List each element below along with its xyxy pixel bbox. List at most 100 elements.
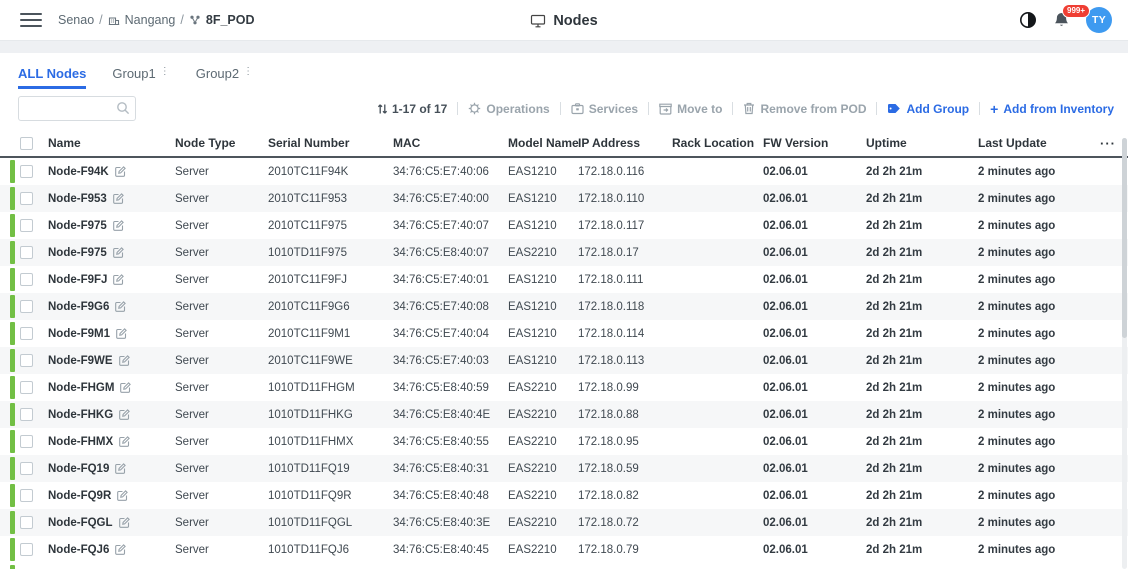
- uptime-cell: 2d 2h 21m: [866, 300, 923, 313]
- row-checkbox[interactable]: [20, 462, 33, 475]
- add-group-button[interactable]: Add Group: [887, 102, 969, 116]
- table-row[interactable]: Node-FQGL Server 1010TD11FQGL 34:76:C5:E…: [0, 509, 1128, 536]
- column-header: FW Version: [763, 136, 829, 150]
- node-name: Node-FQ9R: [48, 489, 112, 502]
- contrast-toggle-icon[interactable]: [1019, 11, 1037, 29]
- move-to-button[interactable]: Move to: [659, 102, 722, 116]
- edit-node-icon[interactable]: [115, 544, 127, 555]
- edit-node-icon[interactable]: [116, 328, 127, 339]
- table-row[interactable]: Node-F953 Server 2010TC11F953 34:76:C5:E…: [0, 185, 1128, 212]
- row-checkbox-cell: [20, 381, 48, 394]
- edit-node-icon[interactable]: [118, 517, 130, 528]
- table-row[interactable]: Node-FQ9R Server 1010TD11FQ9R 34:76:C5:E…: [0, 482, 1128, 509]
- breadcrumb-pod[interactable]: 8F_POD: [206, 13, 255, 27]
- table-row[interactable]: Node-F9FJ Server 2010TC11F9FJ 34:76:C5:E…: [0, 266, 1128, 293]
- tab-menu-icon[interactable]: ⋮: [243, 66, 253, 78]
- table-row[interactable]: Node-F9M1 Server 2010TC11F9M1 34:76:C5:E…: [0, 320, 1128, 347]
- select-all-checkbox[interactable]: [20, 136, 33, 150]
- table-row[interactable]: Node-F975 Server 2010TC11F975 34:76:C5:E…: [0, 212, 1128, 239]
- edit-node-icon[interactable]: [117, 490, 129, 501]
- serial-number-cell: 1010TD11FQGL: [268, 516, 353, 529]
- status-indicator: [10, 376, 15, 399]
- node-name-cell: Node-FHGM: [48, 382, 175, 394]
- table-header-row: Name Node Type Serial Number MAC Model N…: [0, 130, 1128, 158]
- mac-cell: 34:76:C5:E7:40:03: [393, 354, 489, 367]
- row-checkbox[interactable]: [20, 300, 33, 313]
- notifications-bell-icon[interactable]: 999+: [1053, 4, 1091, 29]
- row-checkbox[interactable]: [20, 489, 33, 502]
- node-name: Node-FHMX: [48, 435, 114, 448]
- table-row[interactable]: Node-FQ19 Server 1010TD11FQ19 34:76:C5:E…: [0, 455, 1128, 482]
- menu-icon[interactable]: [20, 9, 42, 31]
- tab-group1[interactable]: Group1 ⋮: [112, 66, 169, 89]
- services-button[interactable]: Services: [571, 102, 638, 116]
- ip-address-cell: 172.18.0.99: [578, 381, 639, 394]
- table-body: Node-F94K Server 2010TC11F94K 34:76:C5:E…: [0, 158, 1128, 569]
- row-checkbox-cell: [20, 219, 48, 232]
- node-name-cell: Node-FHMX: [48, 436, 175, 448]
- remove-from-pod-button[interactable]: Remove from POD: [743, 102, 866, 116]
- table-row[interactable]: Node-FHMX Server 1010TD11FHMX 34:76:C5:E…: [0, 428, 1128, 455]
- model-name-cell: EAS2210: [508, 489, 557, 502]
- tab-group2[interactable]: Group2 ⋮: [196, 66, 253, 89]
- row-checkbox-cell: [20, 300, 48, 313]
- mac-cell: 34:76:C5:E8:40:59: [393, 381, 489, 394]
- row-checkbox[interactable]: [20, 273, 33, 286]
- fw-version-cell: 02.06.01: [763, 543, 808, 556]
- breadcrumb-building[interactable]: Nangang: [125, 13, 176, 27]
- edit-node-icon[interactable]: [112, 247, 124, 258]
- tab-label: Group2: [195, 66, 240, 81]
- uptime-cell: 2d 2h 21m: [866, 246, 923, 259]
- edit-node-icon[interactable]: [114, 166, 126, 177]
- edit-node-icon[interactable]: [118, 355, 130, 366]
- row-checkbox[interactable]: [20, 408, 33, 421]
- fw-version-cell: 02.06.01: [763, 381, 808, 394]
- row-checkbox[interactable]: [20, 381, 33, 394]
- breadcrumb-site[interactable]: Senao: [58, 13, 94, 27]
- table-row[interactable]: Node-F94K Server 2010TC11F94K 34:76:C5:E…: [0, 158, 1128, 185]
- table-row[interactable]: Node-FHGM Server 1010TD11FHGM 34:76:C5:E…: [0, 374, 1128, 401]
- model-name-cell: EAS2210: [508, 516, 557, 529]
- tab-label: Group1: [112, 66, 156, 81]
- row-checkbox[interactable]: [20, 516, 33, 529]
- last-update-cell: 2 minutes ago: [978, 246, 1056, 259]
- row-checkbox[interactable]: [20, 543, 33, 556]
- add-from-inventory-button[interactable]: + Add from Inventory: [990, 102, 1114, 116]
- table-row[interactable]: Node-F9G6 Server 2010TC11F9G6 34:76:C5:E…: [0, 293, 1128, 320]
- ip-address-cell: 172.18.0.59: [578, 462, 639, 475]
- table-row[interactable]: Node-F975 Server 1010TD11F975 34:76:C5:E…: [0, 239, 1128, 266]
- edit-node-icon[interactable]: [112, 193, 124, 204]
- edit-node-icon[interactable]: [119, 409, 131, 420]
- sort-icon[interactable]: [377, 103, 388, 115]
- row-checkbox[interactable]: [20, 354, 33, 367]
- row-checkbox[interactable]: [20, 192, 33, 205]
- operations-label: Operations: [486, 101, 550, 116]
- table-row[interactable]: Node-FQJ6 Server 1010TD11FQJ6 34:76:C5:E…: [0, 536, 1128, 563]
- tab-menu-icon[interactable]: ⋮: [160, 66, 170, 78]
- row-checkbox-cell: [20, 246, 48, 259]
- search-box: [18, 96, 136, 121]
- operations-button[interactable]: Operations: [468, 101, 550, 116]
- edit-node-icon[interactable]: [112, 220, 124, 231]
- mac-cell: 34:76:C5:E7:40:04: [393, 327, 489, 340]
- node-name: Node-F975: [48, 246, 107, 259]
- vertical-scrollbar: [1122, 138, 1127, 569]
- row-checkbox[interactable]: [20, 165, 33, 178]
- node-name: Node-FHGM: [48, 381, 115, 394]
- edit-node-icon[interactable]: [115, 301, 127, 312]
- scrollbar-thumb[interactable]: [1122, 138, 1127, 338]
- row-checkbox[interactable]: [20, 246, 33, 259]
- table-row[interactable]: Node-FHKG Server 1010TD11FHKG 34:76:C5:E…: [0, 401, 1128, 428]
- node-name-cell: Node-F9FJ: [48, 274, 175, 286]
- edit-node-icon[interactable]: [119, 436, 131, 447]
- row-checkbox[interactable]: [20, 219, 33, 232]
- table-row[interactable]: Node-F9WE Server 2010TC11F9WE 34:76:C5:E…: [0, 347, 1128, 374]
- edit-node-icon[interactable]: [113, 274, 125, 285]
- row-checkbox[interactable]: [20, 327, 33, 340]
- model-name-cell: EAS1210: [508, 273, 557, 286]
- model-name-cell: EAS2210: [508, 246, 557, 259]
- row-checkbox[interactable]: [20, 435, 33, 448]
- edit-node-icon[interactable]: [120, 382, 132, 393]
- edit-node-icon[interactable]: [115, 463, 127, 474]
- tab-all-nodes[interactable]: ALL Nodes: [18, 66, 87, 89]
